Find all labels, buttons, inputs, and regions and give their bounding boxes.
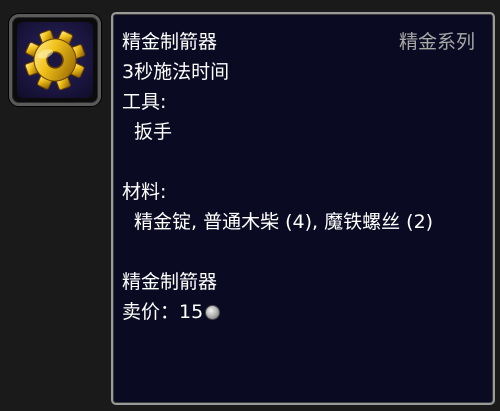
tooltip-profession: 精金系列 (398, 31, 475, 53)
tooltip-title: 精金制箭器 (122, 31, 218, 53)
tooltip-tools-label: 工具: (122, 91, 167, 113)
tooltip-materials-label: 材料: (122, 181, 167, 203)
gold-gear-icon (17, 22, 93, 98)
sell-price-value: 15 (179, 301, 204, 323)
item-tooltip: 精金制箭器 精金系列 3秒施法时间 工具: 扳手 材料: 精金锭, 普通木柴 (… (111, 12, 495, 405)
silver-coin-icon (206, 306, 220, 319)
tooltip-result-name: 精金制箭器 (122, 271, 218, 293)
tooltip-tool: 扳手 (134, 121, 173, 143)
gear-icon-graphic (24, 29, 86, 91)
tooltip-cast-time: 3秒施法时间 (122, 61, 230, 83)
tooltip-materials: 精金锭, 普通木柴 (4), 魔铁螺丝 (2) (134, 211, 434, 233)
item-icon-frame[interactable] (9, 14, 101, 106)
tooltip-sell-price: 卖价：15 (122, 300, 220, 324)
sell-price-label: 卖价： (122, 301, 180, 323)
